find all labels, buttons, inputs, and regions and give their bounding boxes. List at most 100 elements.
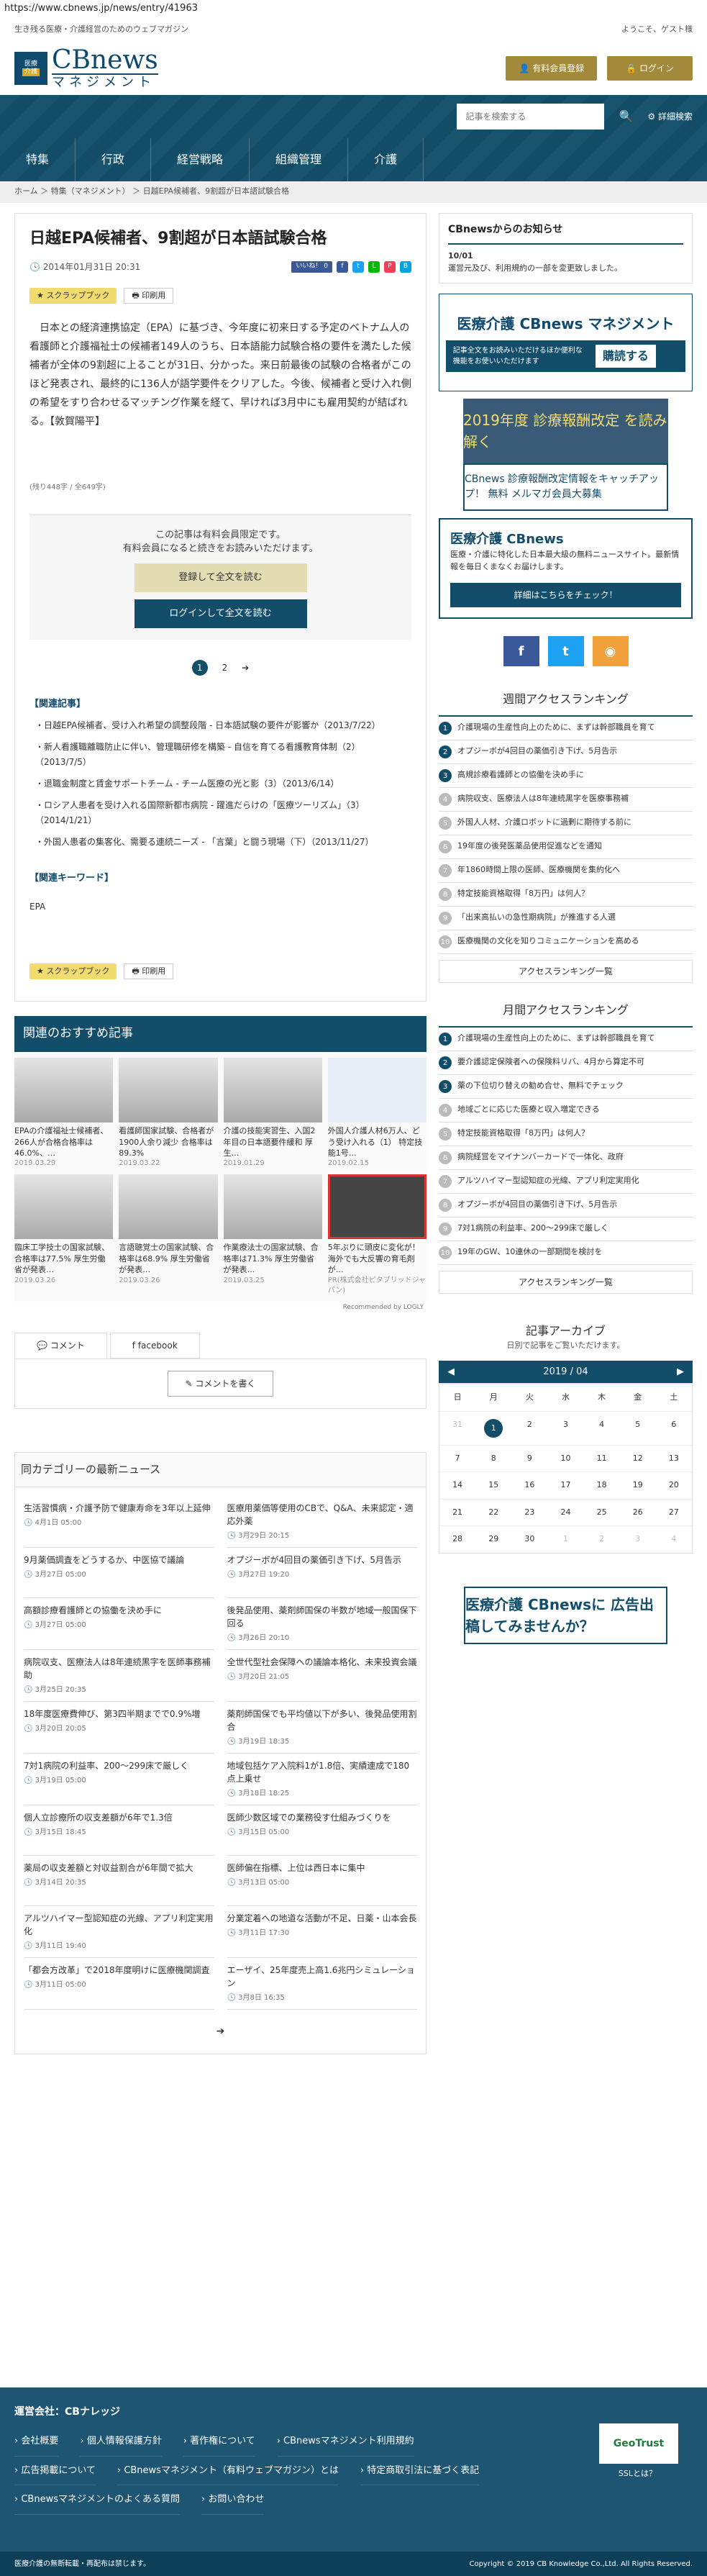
register-read-button[interactable]: 登録して全文を読む — [134, 563, 307, 592]
login-read-button[interactable]: ログインして全文を読む — [134, 599, 307, 628]
news-item[interactable]: 薬局の収支差額と対収益割合が6年間で拡大 🕓 3月14日 20:35 — [24, 1856, 214, 1906]
rec-item[interactable]: 看護師国家試験、合格者が1900人余り減少 合格率は89.3% 2019.03.2… — [119, 1058, 218, 1169]
footer-link[interactable]: › CBnewsマネジメントのよくある質問 — [14, 2485, 180, 2515]
tab-facebook[interactable]: f facebook — [109, 1333, 200, 1359]
related-item[interactable]: ・日越EPA候補者、受け入れ希望の調整段階 - 日本語試験の要件が影響か（201… — [29, 718, 411, 734]
news-item[interactable]: 生活習慣病・介護予防で健康寿命を3年以上延伸 🕓 4月1日 05:00 — [24, 1496, 214, 1548]
ranking-item[interactable]: 7 年1860時間上限の医師、医療機関を集約化へ — [439, 859, 693, 883]
cal-day[interactable]: 5 — [619, 1410, 656, 1445]
ranking-item[interactable]: 5 特定技能資格取得「8万円」は何人？ — [439, 1123, 693, 1146]
ranking-item[interactable]: 10 19年のGW、10連休の一部期間を検討を — [439, 1241, 693, 1265]
ranking-item[interactable]: 2 オプジーボが4回目の薬価引き下げ、5月告示 — [439, 740, 693, 764]
news-item[interactable]: 薬剤師国保でも平均値以下が多い、後発品使用割合 🕓 3月19日 18:35 — [227, 1702, 417, 1754]
facebook-share-icon[interactable]: f — [337, 260, 348, 273]
rec-item[interactable]: 言語聴覚士の国家試験、合格率は68.9% 厚生労働省が発表… 2019.03.26 — [119, 1174, 218, 1295]
monthly-ranking-more[interactable]: アクセスランキング一覧 — [439, 1271, 693, 1294]
ranking-item[interactable]: 10 医療機関の文化を知りコミュニケーションを高める — [439, 930, 693, 954]
news-more-arrow[interactable]: ➔ — [15, 2010, 426, 2054]
twitter-icon[interactable]: t — [547, 636, 584, 666]
tab-comment[interactable]: 💬 コメント — [14, 1333, 107, 1359]
cal-day[interactable]: 30 — [511, 1525, 548, 1553]
rss-icon[interactable]: ◉ — [592, 636, 629, 666]
footer-link[interactable]: › 会社概要 — [14, 2427, 59, 2457]
hatena-share-icon[interactable]: B — [400, 260, 411, 273]
cal-day[interactable]: 21 — [439, 1498, 476, 1526]
rec-item[interactable]: 作業療法士の国家試験、合格率は71.3% 厚生労働省が発表… 2019.03.25 — [223, 1174, 322, 1295]
cal-day[interactable]: 9 — [511, 1444, 548, 1472]
subscribe-banner[interactable]: 医療介護 CBnews マネジメント 記事全文をお読みいただけるほか便利な機能を… — [439, 294, 693, 391]
cal-day[interactable]: 6 — [655, 1410, 692, 1445]
cal-day[interactable]: 31 — [439, 1410, 476, 1445]
cal-day[interactable]: 25 — [583, 1498, 620, 1526]
cal-day[interactable]: 15 — [475, 1471, 512, 1499]
nav-tokushu[interactable]: 特集 — [0, 138, 76, 181]
weekly-ranking-more[interactable]: アクセスランキング一覧 — [439, 960, 693, 983]
ranking-item[interactable]: 1 介護現場の生産性向上のために、まずは幹部職員を育て — [439, 1028, 693, 1051]
twitter-share-icon[interactable]: t — [352, 260, 364, 273]
cal-day[interactable]: 4 — [655, 1525, 692, 1553]
cal-day[interactable]: 14 — [439, 1471, 476, 1499]
footer-link[interactable]: › CBnewsマネジメント（有料ウェブマガジン）とは — [117, 2457, 339, 2485]
facebook-icon[interactable]: f — [503, 636, 539, 666]
cal-day[interactable]: 19 — [619, 1471, 656, 1499]
cal-day[interactable]: 7 — [439, 1444, 476, 1472]
ranking-item[interactable]: 6 病院経営をマイナンバーカードで一体化、政府 — [439, 1146, 693, 1170]
write-comment-button[interactable]: ✎ コメントを書く — [167, 1371, 274, 1397]
ranking-item[interactable]: 6 19年度の後発医薬品使用促進などを通知 — [439, 835, 693, 859]
search-button[interactable]: 🔍 — [611, 104, 640, 130]
member-register-button[interactable]: 👤 有料会員登録 — [506, 56, 598, 81]
cal-day[interactable]: 4 — [583, 1410, 620, 1445]
nav-kaigo[interactable]: 介護 — [348, 138, 424, 181]
search-input[interactable] — [457, 104, 605, 130]
cal-day[interactable]: 24 — [547, 1498, 584, 1526]
scrapbook-button-bottom[interactable]: ★ スクラップブック — [29, 963, 117, 980]
cal-day[interactable]: 3 — [619, 1525, 656, 1553]
news-item[interactable]: 7対1病院の利益率、200～299床で厳しく 🕓 3月19日 05:00 — [24, 1754, 214, 1805]
news-item[interactable]: 高額診療看護師との協働を決め手に 🕓 3月27日 05:00 — [24, 1598, 214, 1650]
cal-day[interactable]: 1 — [547, 1525, 584, 1553]
print-button[interactable]: 🖶 印刷用 — [124, 287, 174, 304]
news-item[interactable]: 全世代型社会保障への議論本格化、未来投資会議 🕓 3月20日 21:05 — [227, 1650, 417, 1702]
footer-link[interactable]: › 広告掲載について — [14, 2457, 96, 2485]
fb-like-button[interactable]: いいね！ 0 — [291, 261, 332, 273]
nav-soshiki[interactable]: 組織管理 — [250, 138, 349, 181]
page-next[interactable]: ➔ — [242, 661, 249, 674]
rec-ad-item[interactable]: 5年ぶりに頭皮に変化が！海外でも大反響の育毛剤が… PR(株式会社ピタブリッドジャ… — [327, 1174, 427, 1295]
rec-item[interactable]: EPAの介護福祉士候補者、266人が合格合格率は46.0%、… 2019.03.2… — [14, 1058, 114, 1169]
ranking-item[interactable]: 8 特定技能資格取得「8万円」は何人？ — [439, 883, 693, 907]
ranking-item[interactable]: 9 7対1病院の利益率、200～299床で厳しく — [439, 1217, 693, 1241]
cal-day[interactable]: 12 — [619, 1444, 656, 1472]
news-item[interactable]: オプジーボが4回目の薬価引き下げ、5月告示 🕓 3月27日 19:20 — [227, 1548, 417, 1598]
cal-day[interactable]: 2 — [511, 1410, 548, 1445]
cal-day[interactable]: 2 — [583, 1525, 620, 1553]
cal-day[interactable]: 11 — [583, 1444, 620, 1472]
ranking-item[interactable]: 2 要介護認定保険者への保険料リバ、4月から算定不可 — [439, 1051, 693, 1075]
footer-link[interactable]: › お問い合わせ — [201, 2485, 265, 2515]
print-button-bottom[interactable]: 🖶 印刷用 — [124, 963, 174, 980]
related-item[interactable]: ・新人看護職離職防止に伴い、管理職研修を構築 - 自信を育てる看護教育体制（2）… — [29, 740, 411, 771]
login-button[interactable]: 🔒 ログイン — [607, 56, 693, 81]
cal-day[interactable]: 26 — [619, 1498, 656, 1526]
geotrust-seal[interactable]: GeoTrust — [599, 2423, 678, 2464]
cal-day[interactable]: 18 — [583, 1471, 620, 1499]
nav-keiei[interactable]: 経営戦略 — [151, 138, 250, 181]
rec-item[interactable]: 臨床工学技士の国家試験、合格率は77.5% 厚生労働省が発表… 2019.03.2… — [14, 1174, 114, 1295]
news-item[interactable]: 「都会方改革」で2018年度明けに医療機関調査 🕓 3月11日 05:00 — [24, 1958, 214, 2010]
footer-link[interactable]: › 著作権について — [183, 2427, 255, 2457]
news-item[interactable]: 18年度医療費伸び、第3四半期までで0.9%増 🕓 3月20日 20:05 — [24, 1702, 214, 1754]
cal-next-icon[interactable]: ▶ — [677, 1365, 684, 1379]
cal-day[interactable]: 22 — [475, 1498, 512, 1526]
ranking-item[interactable]: 4 病院収支、医療法人は8年連続黒字を医療事務補 — [439, 788, 693, 812]
news-item[interactable]: 個人立診療所の収支差額が6年で1.3倍 🕓 3月15日 18:45 — [24, 1805, 214, 1856]
news-item[interactable]: エーザイ、25年度売上高1.6兆円シミュレーション 🕓 3月8日 16:35 — [227, 1958, 417, 2010]
ranking-item[interactable]: 5 外国人人材、介護ロボットに過剰に期待する前に — [439, 812, 693, 835]
cal-day[interactable]: 3 — [547, 1410, 584, 1445]
cal-day[interactable]: 27 — [655, 1498, 692, 1526]
ranking-item[interactable]: 1 介護現場の生産性向上のために、まずは幹部職員を育て — [439, 717, 693, 740]
cal-day[interactable]: 29 — [475, 1525, 512, 1553]
cal-day[interactable]: 16 — [511, 1471, 548, 1499]
cal-day[interactable]: 28 — [439, 1525, 476, 1553]
rec-item[interactable]: 介護の技能実習生、入国2年目の日本語要件緩和 厚生… 2019.01.29 — [223, 1058, 322, 1169]
free-site-button[interactable]: 詳細はこちらをチェック！ — [450, 583, 681, 607]
cal-prev-icon[interactable]: ◀ — [447, 1365, 455, 1379]
